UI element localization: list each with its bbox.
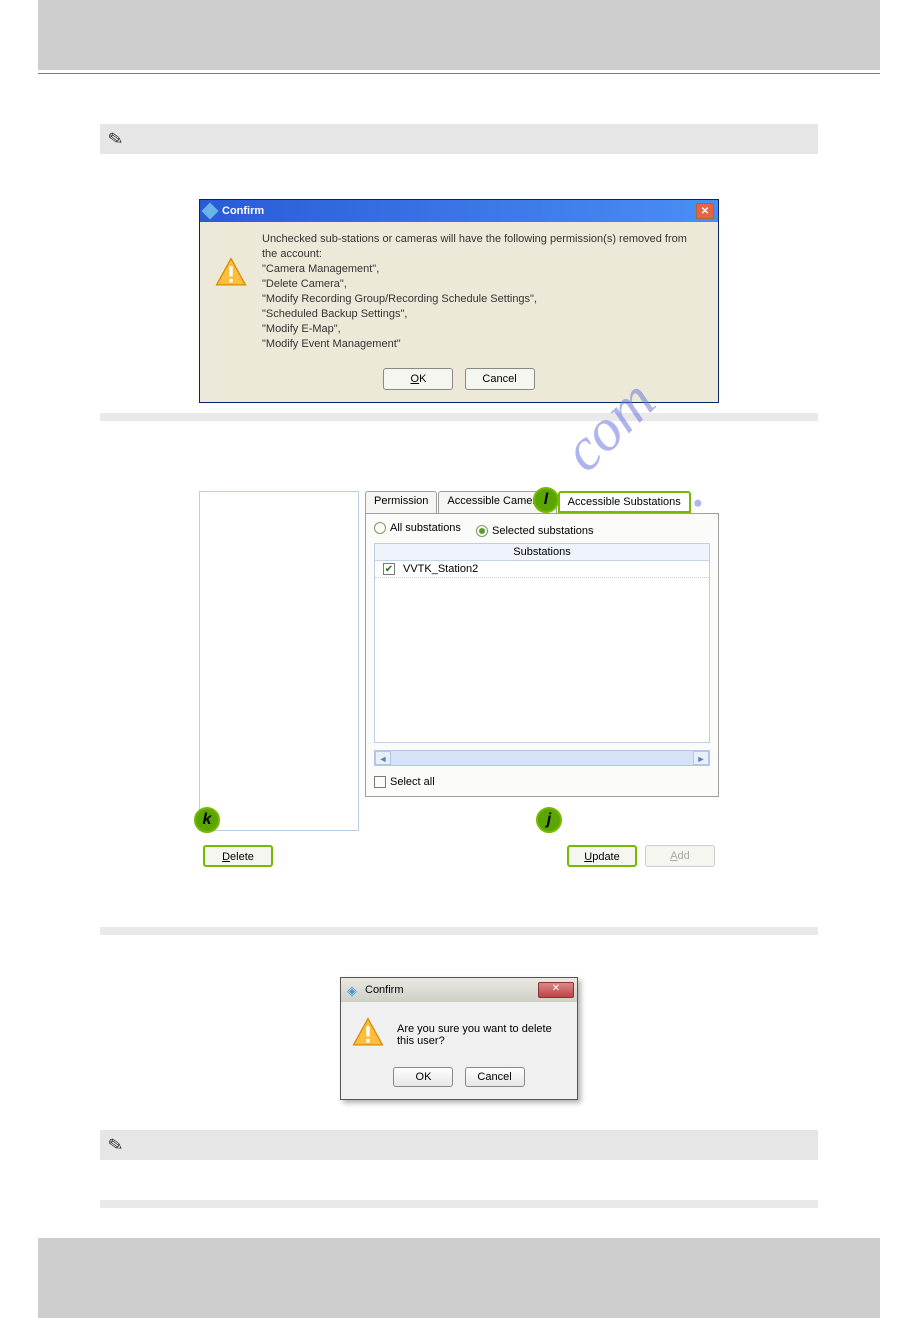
radio-selected-substations[interactable]: Selected substations [476, 525, 594, 537]
note-bar-1: ✎ [100, 124, 818, 154]
radio-label: Selected substations [492, 525, 594, 537]
list-item[interactable]: ✔ VVTK_Station2 [375, 561, 709, 578]
warning-icon [351, 1016, 385, 1053]
perm-item: "Modify Recording Group/Recording Schedu… [262, 292, 704, 307]
delete-button[interactable]: Delete [203, 845, 273, 867]
add-button: Add [645, 845, 715, 867]
perm-item: "Modify E-Map", [262, 322, 704, 337]
close-button[interactable]: ✕ [696, 203, 714, 219]
substations-list: Substations ✔ VVTK_Station2 [374, 543, 710, 743]
substations-panel-wrapper: com manualshive. Permission Accessible C… [199, 491, 719, 867]
user-list-panel [199, 491, 359, 831]
section-spacer [100, 1200, 818, 1208]
checkbox-icon[interactable]: ✔ [383, 563, 395, 575]
section-spacer [100, 413, 818, 421]
substation-name: VVTK_Station2 [403, 563, 478, 575]
perm-item: "Camera Management", [262, 262, 704, 277]
close-button[interactable]: ✕ [538, 982, 574, 998]
dialog-title: Confirm [365, 984, 538, 996]
warning-icon [214, 256, 248, 293]
tab-content: All substations Selected substations Sub… [365, 513, 719, 797]
note-bar-2: ✎ [100, 1130, 818, 1160]
tab-accessible-substations[interactable]: Accessible Substations [558, 491, 691, 513]
dialog-titlebar: ◈ Confirm ✕ [341, 978, 577, 1002]
dialog-message: Are you sure you want to delete this use… [397, 1023, 567, 1047]
ok-button[interactable]: OK [393, 1067, 453, 1087]
tab-permission[interactable]: Permission [365, 491, 437, 513]
scroll-left-icon[interactable]: ◄ [375, 751, 391, 765]
confirm-dialog-2: ◈ Confirm ✕ Are you sure you want to del… [340, 977, 578, 1100]
ok-button[interactable]: OK [383, 368, 453, 390]
header-banner [38, 0, 880, 70]
section-spacer [100, 927, 818, 935]
pencil-icon: ✎ [106, 127, 125, 150]
perm-item: "Modify Event Management" [262, 337, 704, 352]
scroll-right-icon[interactable]: ► [693, 751, 709, 765]
app-icon [202, 203, 219, 220]
perm-item: "Scheduled Backup Settings", [262, 307, 704, 322]
callout-l: l [533, 487, 559, 513]
callout-k: k [194, 807, 220, 833]
checkbox-icon[interactable] [374, 776, 386, 788]
horizontal-scrollbar[interactable]: ◄ ► [374, 750, 710, 766]
select-all-checkbox[interactable]: Select all [374, 776, 435, 788]
dialog-title: Confirm [222, 205, 696, 217]
pencil-icon: ✎ [106, 1133, 125, 1156]
dialog-message: Unchecked sub-stations or cameras will h… [262, 232, 704, 352]
dialog-titlebar: Confirm ✕ [200, 200, 718, 222]
cancel-button[interactable]: Cancel [465, 1067, 525, 1087]
message-intro: Unchecked sub-stations or cameras will h… [262, 232, 704, 262]
callout-j: j [536, 807, 562, 833]
confirm-dialog-1: Confirm ✕ Unchecked sub-stations or came… [199, 199, 719, 403]
footer-banner [38, 1238, 880, 1318]
list-header: Substations [375, 544, 709, 561]
radio-label: All substations [390, 522, 461, 534]
scroll-track[interactable] [391, 751, 693, 765]
radio-all-substations[interactable]: All substations [374, 522, 461, 534]
update-button[interactable]: Update [567, 845, 637, 867]
shield-icon: ◈ [347, 983, 361, 997]
perm-item: "Delete Camera", [262, 277, 704, 292]
cancel-button[interactable]: Cancel [465, 368, 535, 390]
select-all-label: Select all [390, 776, 435, 788]
